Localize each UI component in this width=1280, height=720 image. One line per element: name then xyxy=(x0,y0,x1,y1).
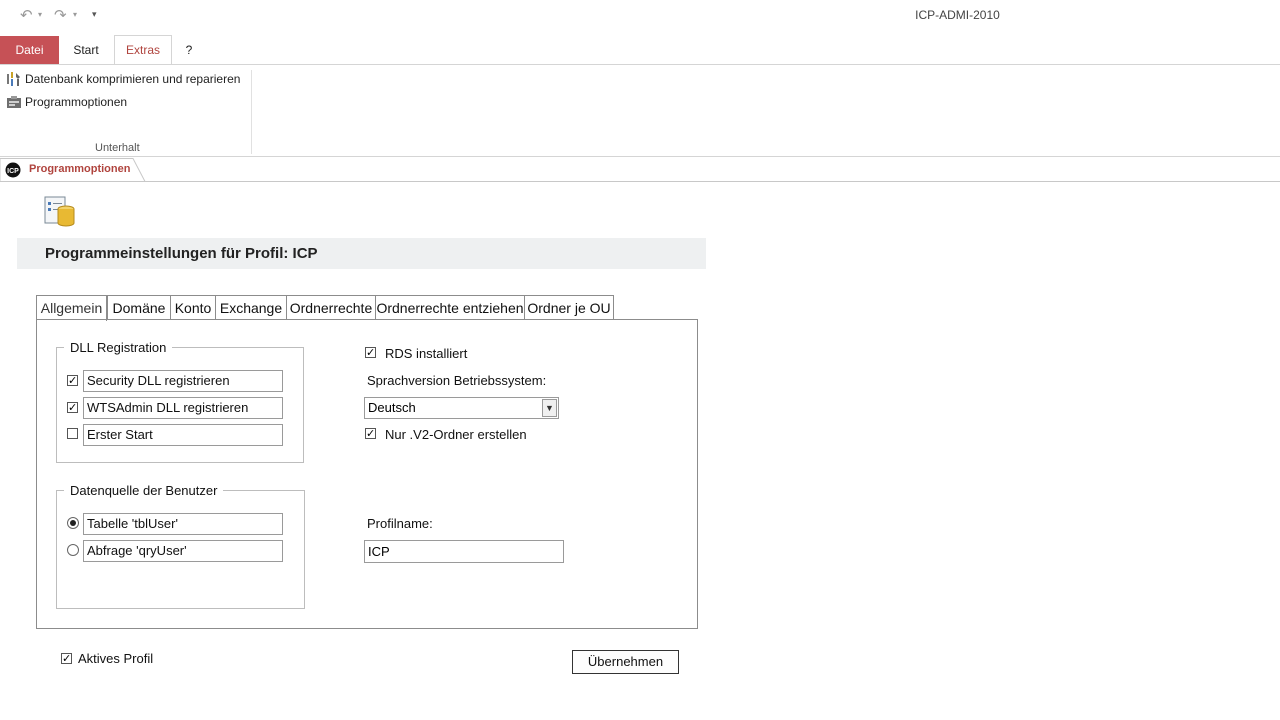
ribbon-group-separator xyxy=(251,70,252,154)
program-options-label: Programmoptionen xyxy=(25,95,128,109)
compact-repair-label: Datenbank komprimieren und reparieren xyxy=(25,72,241,86)
rds-installed-checkbox[interactable]: ✓ xyxy=(365,347,376,358)
document-tab-label: Programmoptionen xyxy=(29,163,131,175)
program-options-button[interactable]: Programmoptionen xyxy=(6,93,127,111)
settings-database-icon xyxy=(44,196,75,227)
tab-exchange[interactable]: Exchange xyxy=(215,295,287,319)
apply-button[interactable]: Übernehmen xyxy=(572,650,679,674)
data-source-legend: Datenquelle der Benutzer xyxy=(64,483,224,498)
undo-icon[interactable]: ↶ xyxy=(20,6,33,24)
os-language-value: Deutsch xyxy=(368,400,416,415)
tab-datei[interactable]: Datei xyxy=(0,36,59,64)
wtsadmin-dll-label: WTSAdmin DLL registrieren xyxy=(83,397,283,419)
redo-dropdown-icon[interactable]: ▾ xyxy=(73,6,77,24)
tab-ordner-je-ou[interactable]: Ordner je OU xyxy=(524,295,614,319)
os-language-label: Sprachversion Betriebssystem: xyxy=(367,373,547,388)
profile-name-label: Profilname: xyxy=(367,516,433,531)
svg-text:ICP: ICP xyxy=(7,168,19,175)
profile-name-input[interactable]: ICP xyxy=(364,540,564,563)
v2-folders-label: Nur .V2-Ordner erstellen xyxy=(385,427,527,442)
active-profile-label: Aktives Profil xyxy=(78,651,154,666)
compact-repair-icon xyxy=(7,72,20,86)
v2-folders-checkbox[interactable]: ✓ xyxy=(365,428,376,439)
document-tab-baseline xyxy=(0,181,1280,182)
form-title: Programmeinstellungen für Profil: ICP xyxy=(45,245,318,262)
first-start-label: Erster Start xyxy=(83,424,283,446)
os-language-select[interactable]: Deutsch ▼ xyxy=(364,397,559,419)
query-qryuser-radio[interactable] xyxy=(67,544,79,556)
table-tbluser-label: Tabelle 'tblUser' xyxy=(83,513,283,535)
security-dll-label: Security DLL registrieren xyxy=(83,370,283,392)
tab-start[interactable]: Start xyxy=(64,36,108,64)
rds-installed-label: RDS installiert xyxy=(385,346,468,361)
ribbon-bottom-divider xyxy=(0,156,1280,157)
table-tbluser-radio[interactable] xyxy=(67,517,79,529)
window-title: ICP-ADMI-2010 xyxy=(915,8,1000,22)
wtsadmin-dll-checkbox[interactable]: ✓ xyxy=(67,402,78,413)
redo-icon[interactable]: ↷ xyxy=(54,6,67,24)
chevron-down-icon[interactable]: ▼ xyxy=(542,399,557,417)
active-profile-checkbox[interactable]: ✓ xyxy=(61,653,72,664)
tab-domaene[interactable]: Domäne xyxy=(107,295,171,319)
icp-logo-icon: ICP xyxy=(5,162,21,178)
tab-konto[interactable]: Konto xyxy=(170,295,216,319)
first-start-checkbox[interactable] xyxy=(67,428,78,439)
tab-allgemein[interactable]: Allgemein xyxy=(36,295,107,321)
tab-ordnerrechte-entziehen[interactable]: Ordnerrechte entziehen xyxy=(375,295,525,319)
undo-dropdown-icon[interactable]: ▾ xyxy=(38,6,42,24)
security-dll-checkbox[interactable]: ✓ xyxy=(67,375,78,386)
compact-repair-button[interactable]: Datenbank komprimieren und reparieren xyxy=(6,70,240,88)
query-qryuser-label: Abfrage 'qryUser' xyxy=(83,540,283,562)
dll-registration-legend: DLL Registration xyxy=(64,340,173,355)
ribbon-top-divider xyxy=(0,64,1280,65)
options-icon xyxy=(7,96,21,108)
tab-extras[interactable]: Extras xyxy=(114,35,172,65)
customize-icon[interactable]: ▾ xyxy=(92,6,97,24)
ribbon-group-label: Unterhalt xyxy=(95,142,140,154)
tab-help[interactable]: ? xyxy=(178,36,200,64)
tab-ordnerrechte[interactable]: Ordnerrechte xyxy=(286,295,376,319)
